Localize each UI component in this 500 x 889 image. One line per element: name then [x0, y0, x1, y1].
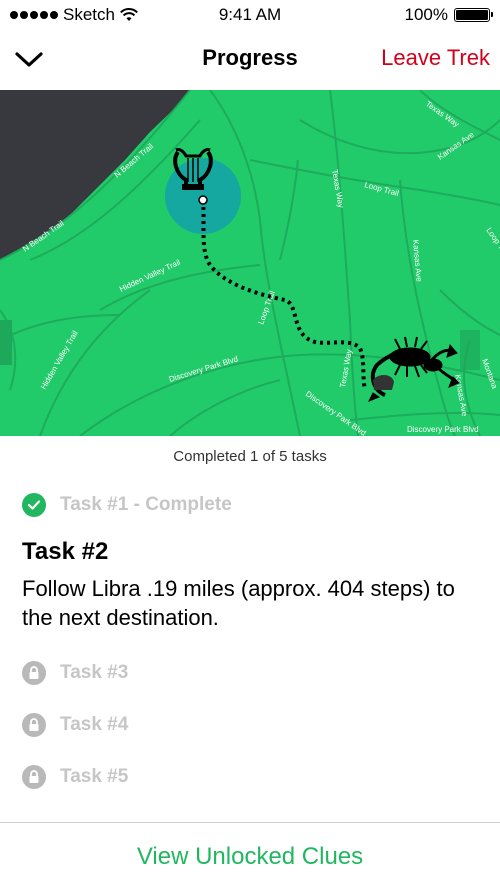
nav-bar: Progress Leave Trek	[0, 30, 500, 90]
street-label: Texas Way	[330, 169, 346, 209]
map-view[interactable]: N Beach Trail Texas Way Kansas Ave Texas…	[0, 90, 500, 436]
lock-icon	[22, 765, 46, 789]
street-label: Discovery Park Blvd	[407, 425, 479, 434]
progress-summary: Completed 1 of 5 tasks	[173, 448, 327, 465]
location-dot	[198, 195, 208, 205]
task-item-3: Task #3	[22, 661, 128, 685]
task-label: Task #5	[60, 766, 129, 787]
street-label: Hidden Valley Trail	[39, 329, 80, 391]
status-bar: Sketch 9:41 AM 100%	[0, 0, 500, 30]
task-item-4: Task #4	[22, 713, 128, 737]
divider	[0, 822, 500, 823]
street-label: Discovery Park Blvd	[168, 354, 239, 384]
end-marker	[373, 374, 394, 390]
checkmark-icon	[22, 493, 46, 517]
lock-icon	[22, 713, 46, 737]
map-canvas: N Beach Trail Texas Way Kansas Ave Texas…	[0, 90, 500, 436]
current-task-title: Task #2	[22, 538, 109, 565]
task-item-1: Task #1 - Complete	[22, 493, 232, 517]
task-label: Task #4	[60, 714, 129, 735]
street-label: Discovery Park Blvd	[304, 389, 368, 436]
view-unlocked-clues-button[interactable]: View Unlocked Clues	[0, 843, 500, 871]
street-label: Montana	[480, 358, 499, 391]
water-area	[0, 90, 190, 260]
street-label: Kansas Ave	[436, 130, 476, 162]
task-label: Task #3	[60, 662, 129, 683]
battery-icon	[454, 8, 493, 22]
task-label: Task #1 - Complete	[60, 494, 232, 515]
street-label: Loop Trail	[363, 180, 399, 198]
battery-area: 100%	[404, 5, 493, 25]
lock-icon	[22, 661, 46, 685]
street-label: Loop Trail	[484, 226, 500, 260]
scorpion-icon	[367, 336, 460, 402]
task-item-5: Task #5	[22, 765, 128, 789]
street-label: Hidden Valley Trail	[118, 258, 182, 294]
battery-percent: 100%	[404, 5, 448, 24]
leave-trek-button[interactable]: Leave Trek	[381, 45, 490, 71]
street-label: Texas Way	[424, 99, 461, 129]
current-task-description: Follow Libra .19 miles (approx. 404 step…	[22, 576, 455, 630]
